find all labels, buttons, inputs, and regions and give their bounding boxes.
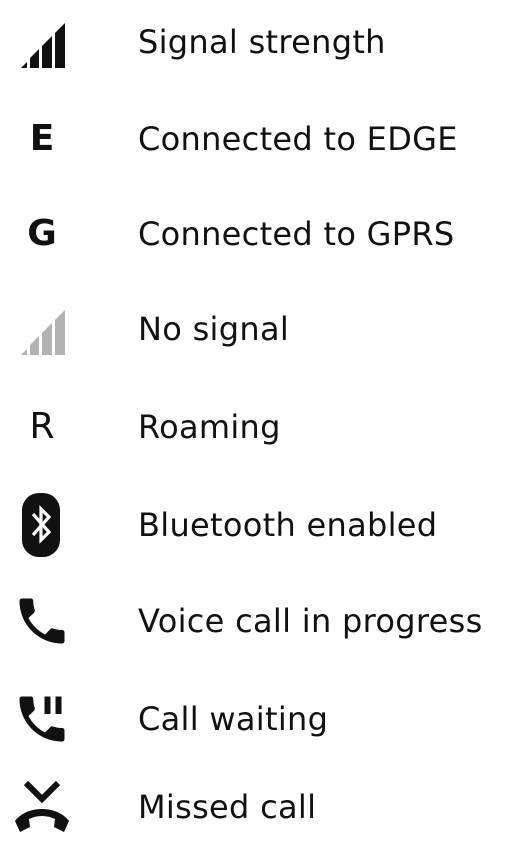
legend-row-gprs: G Connected to GPRS	[0, 199, 526, 269]
legend-label: Missed call	[138, 788, 317, 826]
legend-label: Roaming	[138, 408, 281, 446]
roaming-letter: R	[29, 406, 55, 447]
gprs-icon: G	[10, 199, 74, 269]
edge-letter: E	[29, 118, 55, 159]
roaming-icon: R	[10, 392, 74, 462]
legend-row-voice-call: Voice call in progress	[0, 586, 526, 656]
phone-handset-icon	[10, 586, 74, 656]
missed-call-icon	[10, 772, 74, 842]
signal-strength-icon	[10, 7, 74, 77]
legend-label: Call waiting	[138, 700, 329, 738]
legend-label: Connected to GPRS	[138, 215, 455, 253]
legend-label: Voice call in progress	[138, 602, 483, 640]
legend-row-edge: E Connected to EDGE	[0, 104, 526, 174]
legend-label: Bluetooth enabled	[138, 506, 438, 544]
bluetooth-icon	[10, 490, 74, 560]
legend-row-bluetooth: Bluetooth enabled	[0, 490, 526, 560]
legend-row-roaming: R Roaming	[0, 392, 526, 462]
legend-label: Connected to EDGE	[138, 120, 458, 158]
status-icon-legend: Signal strength E Connected to EDGE G Co…	[0, 0, 526, 840]
legend-row-call-waiting: Call waiting	[0, 684, 526, 754]
call-waiting-icon	[10, 684, 74, 754]
legend-label: Signal strength	[138, 23, 386, 61]
legend-row-signal-strength: Signal strength	[0, 7, 526, 77]
legend-label: No signal	[138, 310, 290, 348]
edge-icon: E	[10, 104, 74, 174]
legend-row-missed-call: Missed call	[0, 772, 526, 842]
gprs-letter: G	[27, 213, 57, 254]
no-signal-icon	[10, 294, 74, 364]
legend-row-no-signal: No signal	[0, 294, 526, 364]
